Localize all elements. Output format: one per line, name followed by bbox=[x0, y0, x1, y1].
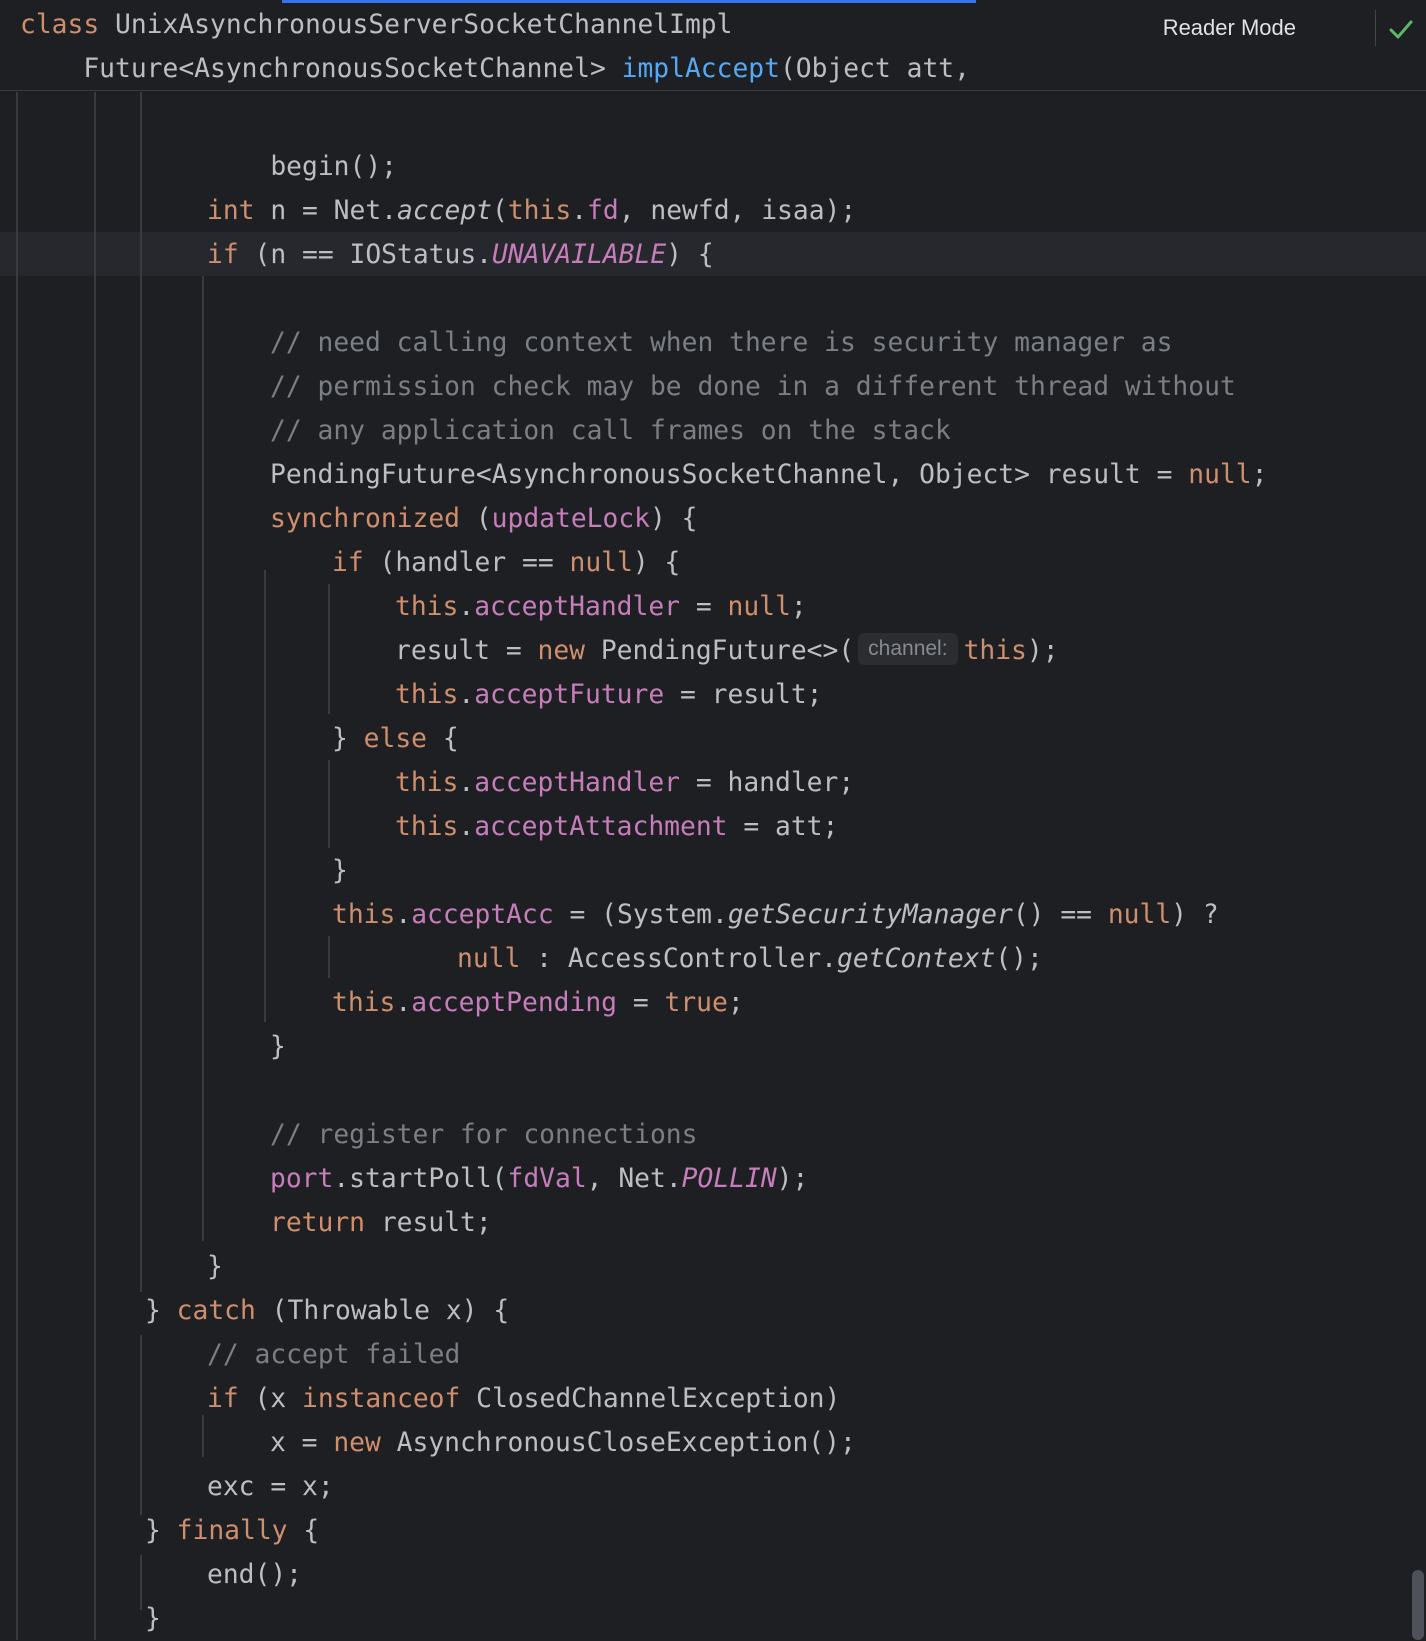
code-line[interactable]: this.acceptHandler = null; bbox=[395, 585, 807, 629]
indent-guide bbox=[140, 1335, 142, 1515]
code-line[interactable]: return result; bbox=[270, 1201, 492, 1245]
vertical-scrollbar[interactable] bbox=[1412, 1570, 1424, 1640]
reader-mode-button[interactable]: Reader Mode bbox=[1163, 8, 1296, 48]
code-line[interactable]: result = new PendingFuture<>(channel: thi… bbox=[395, 629, 1059, 673]
indent-guide bbox=[140, 92, 142, 1292]
code-line[interactable]: if (x instanceof ClosedChannelException) bbox=[207, 1377, 840, 1421]
code-line[interactable]: this.acceptHandler = handler; bbox=[395, 761, 854, 805]
indent-guide bbox=[328, 584, 330, 714]
code-line[interactable]: PendingFuture<AsynchronousSocketChannel,… bbox=[270, 453, 1267, 497]
code-comment: // register for connections bbox=[270, 1120, 698, 1150]
separator bbox=[1375, 10, 1376, 46]
code-line[interactable]: end(); bbox=[207, 1553, 302, 1597]
indent-guide bbox=[264, 570, 266, 1022]
code-line[interactable]: } bbox=[332, 849, 348, 893]
code-line[interactable]: } bbox=[270, 1025, 286, 1069]
sticky-method-line[interactable]: Future<AsynchronousSocketChannel> implAc… bbox=[20, 47, 970, 91]
sticky-class-line[interactable]: class UnixAsynchronousServerSocketChanne… bbox=[20, 3, 732, 47]
code-line[interactable]: if (handler == null) { bbox=[332, 541, 680, 585]
code-line[interactable]: exc = x; bbox=[207, 1465, 334, 1509]
parameter-hint: channel: bbox=[858, 633, 958, 665]
indent-guide bbox=[202, 276, 204, 1241]
code-line[interactable]: this.acceptAttachment = att; bbox=[395, 805, 838, 849]
indent-guide bbox=[328, 936, 330, 978]
code-line[interactable]: synchronized (updateLock) { bbox=[270, 497, 698, 541]
code-line[interactable]: int n = Net.accept(this.fd, newfd, isaa)… bbox=[207, 189, 856, 233]
code-line[interactable]: x = new AsynchronousCloseException(); bbox=[270, 1421, 856, 1465]
sticky-lines-header[interactable]: class UnixAsynchronousServerSocketChanne… bbox=[0, 0, 1426, 91]
code-comment: // accept failed bbox=[207, 1340, 461, 1370]
code-line[interactable]: } finally { bbox=[145, 1509, 319, 1553]
code-line[interactable]: } bbox=[207, 1245, 223, 1289]
code-comment: // any application call frames on the st… bbox=[270, 416, 951, 446]
indent-guide bbox=[328, 760, 330, 848]
code-line[interactable]: begin(); bbox=[207, 101, 397, 182]
code-line[interactable]: port.startPoll(fdVal, Net.POLLIN); bbox=[270, 1157, 808, 1201]
code-text: begin(); bbox=[270, 152, 398, 182]
code-line[interactable]: } catch (Throwable x) { bbox=[145, 1289, 509, 1333]
code-comment: // need calling context when there is se… bbox=[270, 328, 1173, 358]
code-line[interactable]: this.acceptAcc = (System.getSecurityMana… bbox=[332, 893, 1219, 937]
code-line[interactable]: null : AccessController.getContext(); bbox=[457, 937, 1043, 981]
code-line[interactable]: this.acceptFuture = result; bbox=[395, 673, 823, 717]
indent-guide bbox=[16, 92, 18, 1640]
indent-guide bbox=[94, 92, 96, 1640]
code-line[interactable]: } bbox=[145, 1597, 161, 1641]
code-line[interactable]: } else { bbox=[332, 717, 459, 761]
code-line[interactable]: this.acceptPending = true; bbox=[332, 981, 744, 1025]
code-editor[interactable]: begin(); int n = Net.accept(this.fd, new… bbox=[0, 0, 1426, 1640]
code-comment: // permission check may be done in a dif… bbox=[270, 372, 1236, 402]
check-icon[interactable] bbox=[1386, 14, 1416, 44]
code-line[interactable]: if (n == IOStatus.UNAVAILABLE) { bbox=[207, 233, 714, 277]
indent-guide bbox=[202, 1415, 204, 1457]
indent-guide bbox=[140, 1555, 142, 1610]
